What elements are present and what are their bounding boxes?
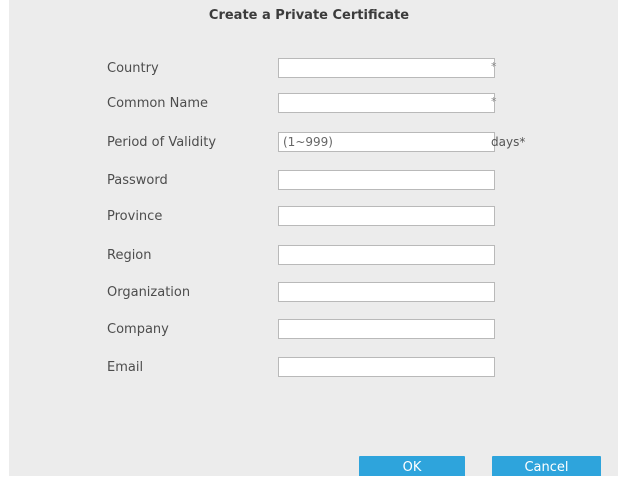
- password-field[interactable]: [278, 170, 495, 190]
- country-field[interactable]: [278, 58, 495, 78]
- organization-field[interactable]: [278, 282, 495, 302]
- period-of-validity-row: Period of Validity days*: [9, 132, 609, 154]
- days-unit-label: days*: [491, 135, 526, 149]
- province-label: Province: [107, 209, 163, 224]
- region-label: Region: [107, 248, 152, 263]
- common-name-row: Common Name *: [9, 93, 609, 115]
- dialog-title: Create a Private Certificate: [208, 8, 410, 23]
- email-row: Email: [9, 357, 609, 379]
- common-name-label: Common Name: [107, 96, 209, 111]
- cancel-button[interactable]: Cancel: [492, 456, 601, 476]
- password-row: Password: [9, 170, 609, 192]
- country-label: Country: [107, 61, 159, 76]
- ok-button[interactable]: OK: [359, 456, 465, 476]
- required-marker: *: [491, 60, 497, 73]
- region-field[interactable]: [278, 245, 495, 265]
- email-label: Email: [107, 360, 144, 375]
- company-label: Company: [107, 322, 169, 337]
- company-row: Company: [9, 319, 609, 341]
- required-marker: *: [491, 95, 497, 108]
- organization-row: Organization: [9, 282, 609, 304]
- company-field[interactable]: [278, 319, 495, 339]
- province-field[interactable]: [278, 206, 495, 226]
- province-row: Province: [9, 206, 609, 228]
- period-of-validity-label: Period of Validity: [107, 135, 217, 150]
- period-of-validity-field[interactable]: [278, 132, 495, 152]
- region-row: Region: [9, 245, 609, 267]
- email-field[interactable]: [278, 357, 495, 377]
- password-label: Password: [107, 173, 168, 188]
- country-row: Country *: [9, 58, 609, 80]
- common-name-field[interactable]: [278, 93, 495, 113]
- create-certificate-dialog: Create a Private Certificate Country * C…: [9, 0, 618, 476]
- organization-label: Organization: [107, 285, 191, 300]
